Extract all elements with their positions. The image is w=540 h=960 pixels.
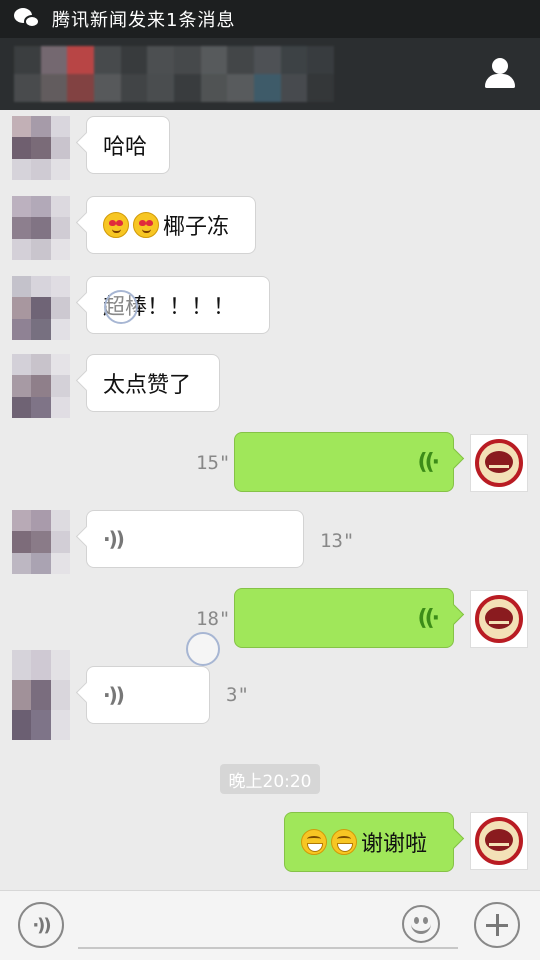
voice-message-bubble[interactable]: ((· [234, 432, 454, 492]
my-avatar[interactable] [470, 434, 528, 492]
voice-icon: ·)) [103, 527, 125, 551]
message-bubble[interactable]: 椰子冻 [86, 196, 256, 254]
voice-icon: ·)) [32, 914, 51, 936]
my-avatar[interactable] [470, 812, 528, 870]
voice-message-bubble[interactable]: ·)) [86, 510, 304, 568]
heart-eyes-emoji-icon [133, 212, 159, 238]
wechat-icon [14, 8, 42, 30]
more-options-button[interactable] [474, 902, 520, 948]
voice-duration: 3" [226, 684, 249, 706]
blurred-contact-name [14, 46, 334, 102]
touch-indicator [104, 290, 138, 324]
contact-avatar[interactable] [12, 116, 70, 180]
voice-icon: ((· [417, 605, 441, 631]
title-bar [0, 38, 540, 110]
status-bar: 腾讯新闻发来1条消息 [0, 0, 540, 38]
message-text: 椰子冻 [163, 215, 230, 240]
contact-avatar[interactable] [12, 276, 70, 340]
chat-area[interactable]: 哈哈 椰子冻 超棒！！！！ 太点赞了 15" ((· ·)) 13" 18" (… [0, 110, 540, 890]
message-bubble[interactable]: 谢谢啦 [284, 812, 454, 872]
notification-text: 腾讯新闻发来1条消息 [52, 10, 236, 31]
message-input[interactable] [78, 901, 458, 949]
voice-icon: ((· [417, 449, 441, 475]
heart-eyes-emoji-icon [103, 212, 129, 238]
voice-message-bubble[interactable]: ·)) [86, 666, 210, 724]
voice-duration: 18" [196, 608, 231, 630]
grin-emoji-icon [331, 829, 357, 855]
contact-avatar[interactable] [12, 354, 70, 418]
message-text: 哈哈 [103, 135, 148, 160]
voice-icon: ·)) [103, 683, 125, 707]
input-bar: ·)) [0, 890, 540, 960]
message-text: 太点赞了 [103, 373, 192, 398]
voice-message-bubble[interactable]: ((· [234, 588, 454, 648]
contact-avatar[interactable] [12, 510, 70, 574]
touch-indicator [186, 632, 220, 666]
emoji-picker-button[interactable] [402, 905, 440, 943]
grin-emoji-icon [301, 829, 327, 855]
message-text: 谢谢啦 [361, 832, 428, 857]
contact-avatar[interactable] [12, 196, 70, 260]
message-bubble[interactable]: 太点赞了 [86, 354, 220, 412]
message-bubble[interactable]: 哈哈 [86, 116, 170, 174]
voice-duration: 15" [196, 452, 231, 474]
person-icon[interactable] [482, 56, 518, 92]
voice-duration: 13" [320, 530, 355, 552]
my-avatar[interactable] [470, 590, 528, 648]
voice-input-button[interactable]: ·)) [18, 902, 64, 948]
contact-avatar[interactable] [12, 650, 70, 740]
timestamp-badge: 晚上20:20 [220, 764, 320, 794]
